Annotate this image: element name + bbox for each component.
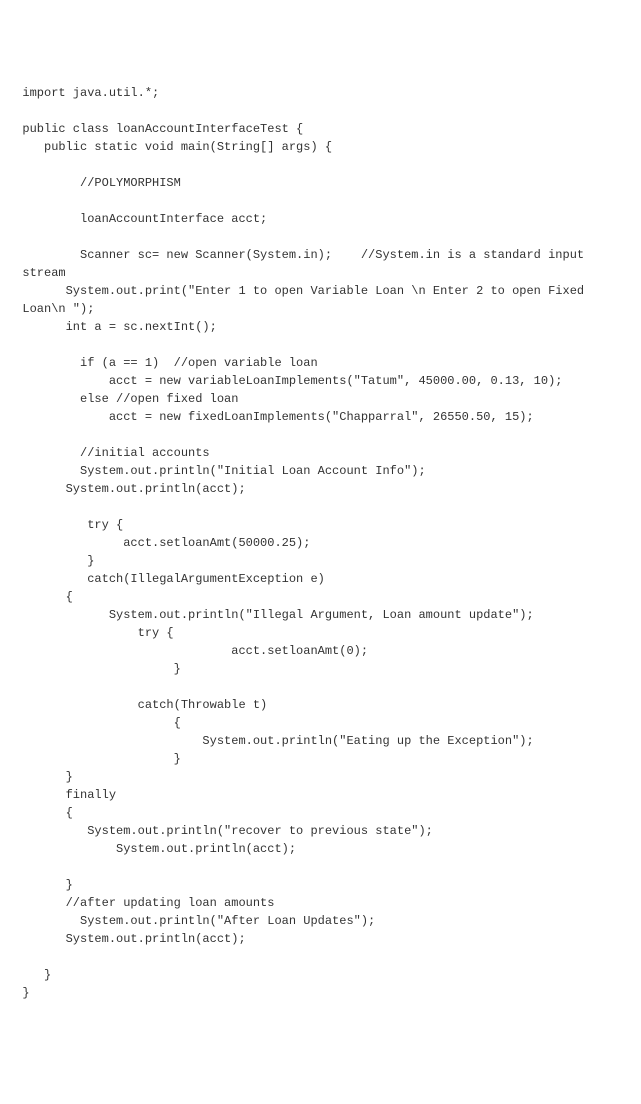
code-line xyxy=(8,156,641,174)
code-line: } xyxy=(8,984,641,1002)
code-line: System.out.println("recover to previous … xyxy=(8,822,641,840)
code-line: else //open fixed loan xyxy=(8,390,641,408)
code-line: System.out.print("Enter 1 to open Variab… xyxy=(8,282,641,300)
code-line: catch(Throwable t) xyxy=(8,696,641,714)
code-line: try { xyxy=(8,516,641,534)
code-line: Loan\n "); xyxy=(8,300,641,318)
code-line: catch(IllegalArgumentException e) xyxy=(8,570,641,588)
code-line: System.out.println("Illegal Argument, Lo… xyxy=(8,606,641,624)
code-line: acct.setloanAmt(50000.25); xyxy=(8,534,641,552)
code-line xyxy=(8,948,641,966)
code-line: } xyxy=(8,660,641,678)
code-line: { xyxy=(8,804,641,822)
code-line: //initial accounts xyxy=(8,444,641,462)
code-line: { xyxy=(8,714,641,732)
code-line: try { xyxy=(8,624,641,642)
code-line: finally xyxy=(8,786,641,804)
code-line: Scanner sc= new Scanner(System.in); //Sy… xyxy=(8,246,641,264)
code-line xyxy=(8,336,641,354)
code-line: if (a == 1) //open variable loan xyxy=(8,354,641,372)
code-line xyxy=(8,858,641,876)
code-line: { xyxy=(8,588,641,606)
code-line: loanAccountInterface acct; xyxy=(8,210,641,228)
code-line: stream xyxy=(8,264,641,282)
code-line: acct = new variableLoanImplements("Tatum… xyxy=(8,372,641,390)
code-line xyxy=(8,228,641,246)
code-line: acct.setloanAmt(0); xyxy=(8,642,641,660)
code-line xyxy=(8,426,641,444)
code-line: acct = new fixedLoanImplements("Chapparr… xyxy=(8,408,641,426)
code-line xyxy=(8,498,641,516)
code-line: System.out.println(acct); xyxy=(8,840,641,858)
code-line: int a = sc.nextInt(); xyxy=(8,318,641,336)
code-line: import java.util.*; xyxy=(8,84,641,102)
code-line: } xyxy=(8,768,641,786)
code-line xyxy=(8,678,641,696)
code-line xyxy=(8,102,641,120)
code-line: //after updating loan amounts xyxy=(8,894,641,912)
code-line: public static void main(String[] args) { xyxy=(8,138,641,156)
code-line xyxy=(8,192,641,210)
code-line: } xyxy=(8,750,641,768)
code-line: System.out.println(acct); xyxy=(8,930,641,948)
code-line: } xyxy=(8,876,641,894)
code-line: System.out.println(acct); xyxy=(8,480,641,498)
code-line: //POLYMORPHISM xyxy=(8,174,641,192)
code-line: System.out.println("After Loan Updates")… xyxy=(8,912,641,930)
code-line: System.out.println("Eating up the Except… xyxy=(8,732,641,750)
code-line: public class loanAccountInterfaceTest { xyxy=(8,120,641,138)
code-block: import java.util.*; public class loanAcc… xyxy=(8,84,641,1002)
code-line: } xyxy=(8,966,641,984)
code-line: System.out.println("Initial Loan Account… xyxy=(8,462,641,480)
code-line: } xyxy=(8,552,641,570)
